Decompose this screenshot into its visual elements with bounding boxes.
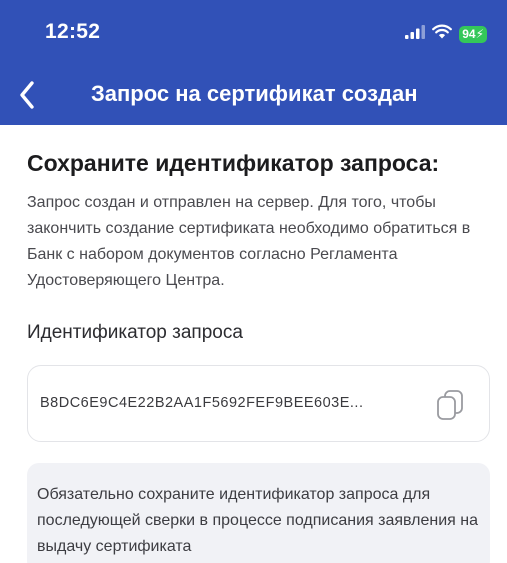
battery-level: 94	[462, 26, 476, 41]
request-id-value: B8DC6E9C4E22B2AA1F5692FEF9BEE603E...	[40, 395, 364, 411]
copy-icon	[437, 390, 463, 420]
notice-box: Обязательно сохраните идентификатор запр…	[27, 463, 490, 563]
section-title: Сохраните идентификатор запроса:	[27, 150, 440, 176]
battery-indicator: 94⚡	[459, 25, 487, 43]
chevron-left-icon	[20, 81, 34, 109]
app-header: 12:52 94⚡ Запрос на сертификат создан	[0, 0, 507, 125]
navigation-bar: Запрос на сертификат создан	[0, 66, 507, 125]
description-text: Запрос создан и отправлен на сервер. Для…	[27, 194, 471, 289]
cellular-signal-icon	[405, 24, 426, 44]
back-button[interactable]	[12, 78, 42, 112]
status-time: 12:52	[45, 20, 101, 43]
status-bar: 12:52 94⚡	[0, 0, 507, 66]
status-icons: 94⚡	[405, 24, 487, 44]
charging-bolt-icon: ⚡	[475, 26, 484, 41]
notice-text: Обязательно сохраните идентификатор запр…	[37, 486, 478, 555]
copy-button[interactable]	[432, 387, 468, 423]
page-title: Запрос на сертификат создан	[91, 81, 418, 106]
request-id-field[interactable]: B8DC6E9C4E22B2AA1F5692FEF9BEE603E...	[27, 365, 490, 442]
request-id-label: Идентификатор запроса	[27, 322, 243, 343]
wifi-icon	[432, 24, 453, 44]
